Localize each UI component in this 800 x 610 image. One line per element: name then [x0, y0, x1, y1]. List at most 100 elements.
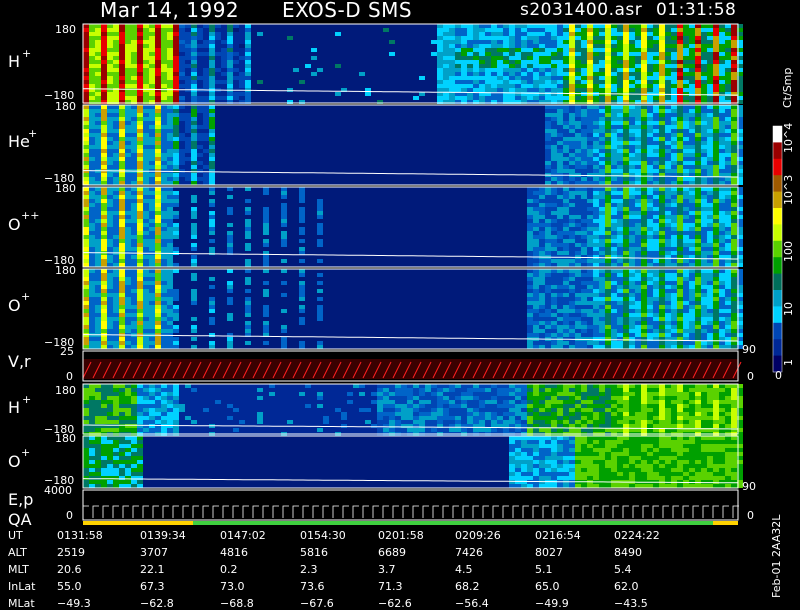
panel-h-plus-1-cell — [545, 44, 551, 48]
panel-o-pp-cell — [551, 263, 557, 267]
panel-he-plus-cell — [713, 165, 719, 169]
panel-o-plus-1-cell — [611, 337, 617, 341]
panel-h-plus-1-cell — [545, 64, 551, 68]
panel-o-pp-cell — [245, 247, 251, 251]
panel-o-plus-1-cell — [641, 345, 647, 349]
panel-o-pp-cell — [569, 219, 575, 223]
panel-he-plus-cell — [701, 117, 707, 121]
panel-h-plus-1-cell — [191, 24, 197, 28]
panel-h-plus-1-cell — [437, 44, 443, 48]
panel-o-pp-cell — [641, 247, 647, 251]
panel-o-pp-cell — [161, 219, 167, 223]
panel-h-plus-1-cell — [689, 28, 695, 32]
panel-o-plus-1-cell — [593, 285, 599, 289]
panel-he-plus-cell — [179, 113, 185, 117]
panel-o-pp-cell — [611, 255, 617, 259]
panel-h-plus-1-cell — [185, 44, 191, 48]
panel-o-plus-1-cell — [119, 305, 125, 309]
panel-o-plus-1-cell — [719, 313, 725, 317]
panel-o-plus-1-cell — [659, 269, 665, 273]
panel-h-plus-1-cell — [107, 48, 113, 52]
panel-h-plus-1-cell — [443, 44, 449, 48]
panel-h-plus-1-cell — [563, 84, 569, 88]
panel-o-pp-cell — [161, 191, 167, 195]
panel-o-pp-cell — [629, 247, 635, 251]
panel-h-plus-1-cell — [191, 72, 197, 76]
panel-o-pp-cell — [593, 219, 599, 223]
panel-o-pp-cell — [581, 263, 587, 267]
panel-o-pp-cell — [533, 247, 539, 251]
panel-o-plus-1-cell — [107, 277, 113, 281]
panel-o-plus-1-cell — [227, 341, 233, 345]
panel-h-plus-1-cell — [701, 84, 707, 88]
panel-o-pp-cell — [581, 203, 587, 207]
panel-he-plus-cell — [647, 109, 653, 113]
panel-h-plus-1-cell — [629, 44, 635, 48]
panel-he-plus-cell — [107, 105, 113, 109]
panel-he-plus-cell — [209, 161, 215, 165]
panel-he-plus-cell — [179, 173, 185, 177]
panel-o-pp-cell — [713, 187, 719, 191]
panel-he-plus-cell — [593, 149, 599, 153]
panel-h-plus-1-cell — [647, 48, 653, 52]
panel-h-plus-1-cell — [125, 56, 131, 60]
panel-o-pp-cell — [731, 243, 737, 247]
panel-h-plus-1-cell — [149, 84, 155, 88]
panel-h-plus-1-cell — [131, 36, 137, 40]
panel-o-plus-1-cell — [587, 341, 593, 345]
panel-he-plus-cell — [569, 149, 575, 153]
panel-o-plus-1-cell — [167, 297, 173, 301]
panel-o-pp-cell — [713, 211, 719, 215]
panel-o-plus-1-cell — [575, 309, 581, 313]
panel-he-plus-cell — [659, 117, 665, 121]
panel-o-plus-1-cell — [527, 325, 533, 329]
panel-h-plus-1-cell — [725, 52, 731, 56]
panel-o-pp-cell — [635, 215, 641, 219]
panel-h-plus-1-cell — [233, 64, 239, 68]
panel-o-plus-1-cell — [581, 273, 587, 277]
panel-o-pp-cell — [593, 187, 599, 191]
panel-h-plus-1-cell — [473, 88, 479, 92]
panel-o-plus-1-cell — [641, 277, 647, 281]
panel-o-plus-1-cell — [563, 305, 569, 309]
panel-h-plus-1-cell — [719, 56, 725, 60]
panel-o-pp-cell — [617, 199, 623, 203]
panel-o-pp-cell — [719, 219, 725, 223]
panel-o-plus-1-cell — [713, 321, 719, 325]
panel-h-plus-1-cell — [503, 52, 509, 56]
panel-o-pp-cell — [167, 223, 173, 227]
panel-o-pp-cell — [131, 235, 137, 239]
panel-h-plus-1-cell — [725, 68, 731, 72]
panel-o-plus-1-cell — [149, 305, 155, 309]
panel-h-plus-1-cell — [551, 64, 557, 68]
panel-o-pp-cell — [533, 243, 539, 247]
panel-o-plus-1-cell — [611, 269, 617, 273]
panel-o-pp-cell — [545, 211, 551, 215]
panel-o-pp-cell — [527, 231, 533, 235]
panel-o-plus-1-cell — [167, 309, 173, 313]
panel-he-plus-cell — [719, 149, 725, 153]
panel-he-plus-cell — [113, 165, 119, 169]
panel-o-pp-cell — [83, 203, 89, 207]
panel-o-plus-1-cell — [581, 325, 587, 329]
panel-o-plus-1-cell — [731, 333, 737, 337]
panel-he-plus-cell — [647, 125, 653, 129]
panel-he-plus-cell — [167, 165, 173, 169]
panel-he-plus-cell — [659, 145, 665, 149]
panel-he-plus-cell — [143, 177, 149, 181]
panel-he-plus-cell — [551, 141, 557, 145]
panel-h-plus-1-cell — [215, 36, 221, 40]
panel-o-plus-1-cell — [527, 305, 533, 309]
panel-he-plus-cell — [677, 133, 683, 137]
panel-o-pp-cell — [551, 207, 557, 211]
panel-he-plus-cell — [545, 133, 551, 137]
panel-h-plus-1-cell — [701, 92, 707, 96]
panel-o-plus-1-cell — [647, 321, 653, 325]
panel-h-plus-1-cell — [209, 32, 215, 36]
panel-he-plus-cell — [725, 177, 731, 181]
panel-o-pp-cell — [563, 191, 569, 195]
panel-he-plus-cell — [83, 153, 89, 157]
panel-h-plus-1-cell — [503, 44, 509, 48]
panel-h-plus-1-cell — [527, 60, 533, 64]
panel-o-plus-1-cell — [629, 321, 635, 325]
